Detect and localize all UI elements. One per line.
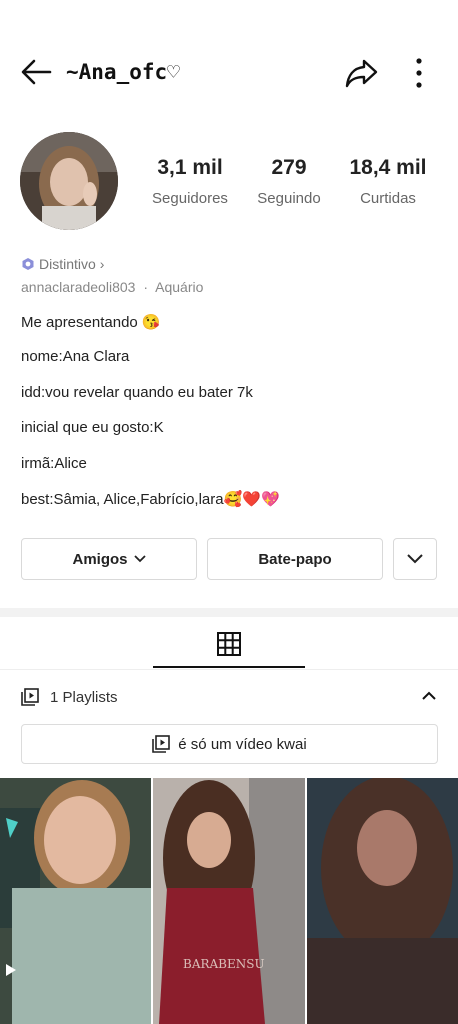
profile-stats: 3,1 mil Seguidores 279 Seguindo 18,4 mil… (140, 156, 450, 216)
playlist-item-label: é só um vídeo kwai (178, 735, 307, 753)
likes-label: Curtidas (360, 190, 416, 207)
badge-label: Distintivo (39, 256, 96, 272)
section-divider (0, 608, 458, 617)
video-thumbnail[interactable]: BARABENSU (153, 778, 305, 1024)
chevron-up-icon[interactable] (419, 686, 439, 706)
stat-following[interactable]: 279 Seguindo (239, 156, 339, 207)
tab-active-indicator (153, 666, 305, 668)
video-thumbnail[interactable] (307, 778, 458, 1024)
avatar[interactable] (20, 132, 118, 230)
playlist-icon (152, 735, 171, 753)
bio-line: inicial que eu gosto:K (21, 419, 164, 436)
friends-label: Amigos (72, 550, 128, 568)
bio-line: best:Sâmia, Alice,Fabrício,lara🥰❤️💖 (21, 491, 280, 508)
chat-label: Bate-papo (258, 550, 332, 568)
more-options-icon[interactable] (406, 56, 432, 90)
profile-title: ~Ana_ofc♡ (66, 60, 180, 84)
thumbnail-caption: BARABENSU (183, 957, 265, 971)
following-count: 279 (271, 156, 307, 179)
chevron-right-icon: › (99, 256, 105, 272)
friends-button[interactable]: Amigos (21, 538, 197, 580)
playlists-header[interactable]: 1 Playlists (21, 686, 439, 710)
bio-line: idd:vou revelar quando eu bater 7k (21, 384, 253, 401)
likes-count: 18,4 mil (349, 156, 427, 179)
top-bar: ~Ana_ofc♡ (0, 48, 458, 98)
playlist-item-button[interactable]: é só um vídeo kwai (21, 724, 438, 764)
zodiac-sign: Aquário (155, 279, 204, 295)
badge-icon (22, 258, 34, 270)
suggestions-toggle-button[interactable] (393, 538, 437, 580)
username: annaclaradeoli803 (21, 279, 136, 295)
chevron-down-icon (407, 554, 423, 564)
stat-likes[interactable]: 18,4 mil Curtidas (338, 156, 438, 207)
badge-link[interactable]: Distintivo › (21, 256, 104, 272)
bio-line: Me apresentando 😘 (21, 314, 161, 331)
grid-tab-icon[interactable] (216, 631, 242, 657)
followers-count: 3,1 mil (157, 156, 223, 179)
playlist-icon (21, 688, 39, 706)
bio-line: nome:Ana Clara (21, 348, 130, 365)
chat-button[interactable]: Bate-papo (207, 538, 383, 580)
video-thumbnail[interactable] (0, 778, 151, 1024)
separator: · (143, 279, 148, 295)
username-row: annaclaradeoli803 · Aquário (21, 279, 203, 295)
share-icon[interactable] (342, 56, 380, 90)
chevron-down-icon (133, 555, 146, 563)
tab-divider (0, 669, 458, 670)
followers-label: Seguidores (152, 190, 228, 207)
playlists-label: 1 Playlists (50, 689, 118, 706)
stat-followers[interactable]: 3,1 mil Seguidores (140, 156, 240, 207)
bio-line: irmã:Alice (21, 455, 87, 472)
following-label: Seguindo (257, 190, 321, 207)
back-arrow-icon[interactable] (18, 56, 54, 88)
